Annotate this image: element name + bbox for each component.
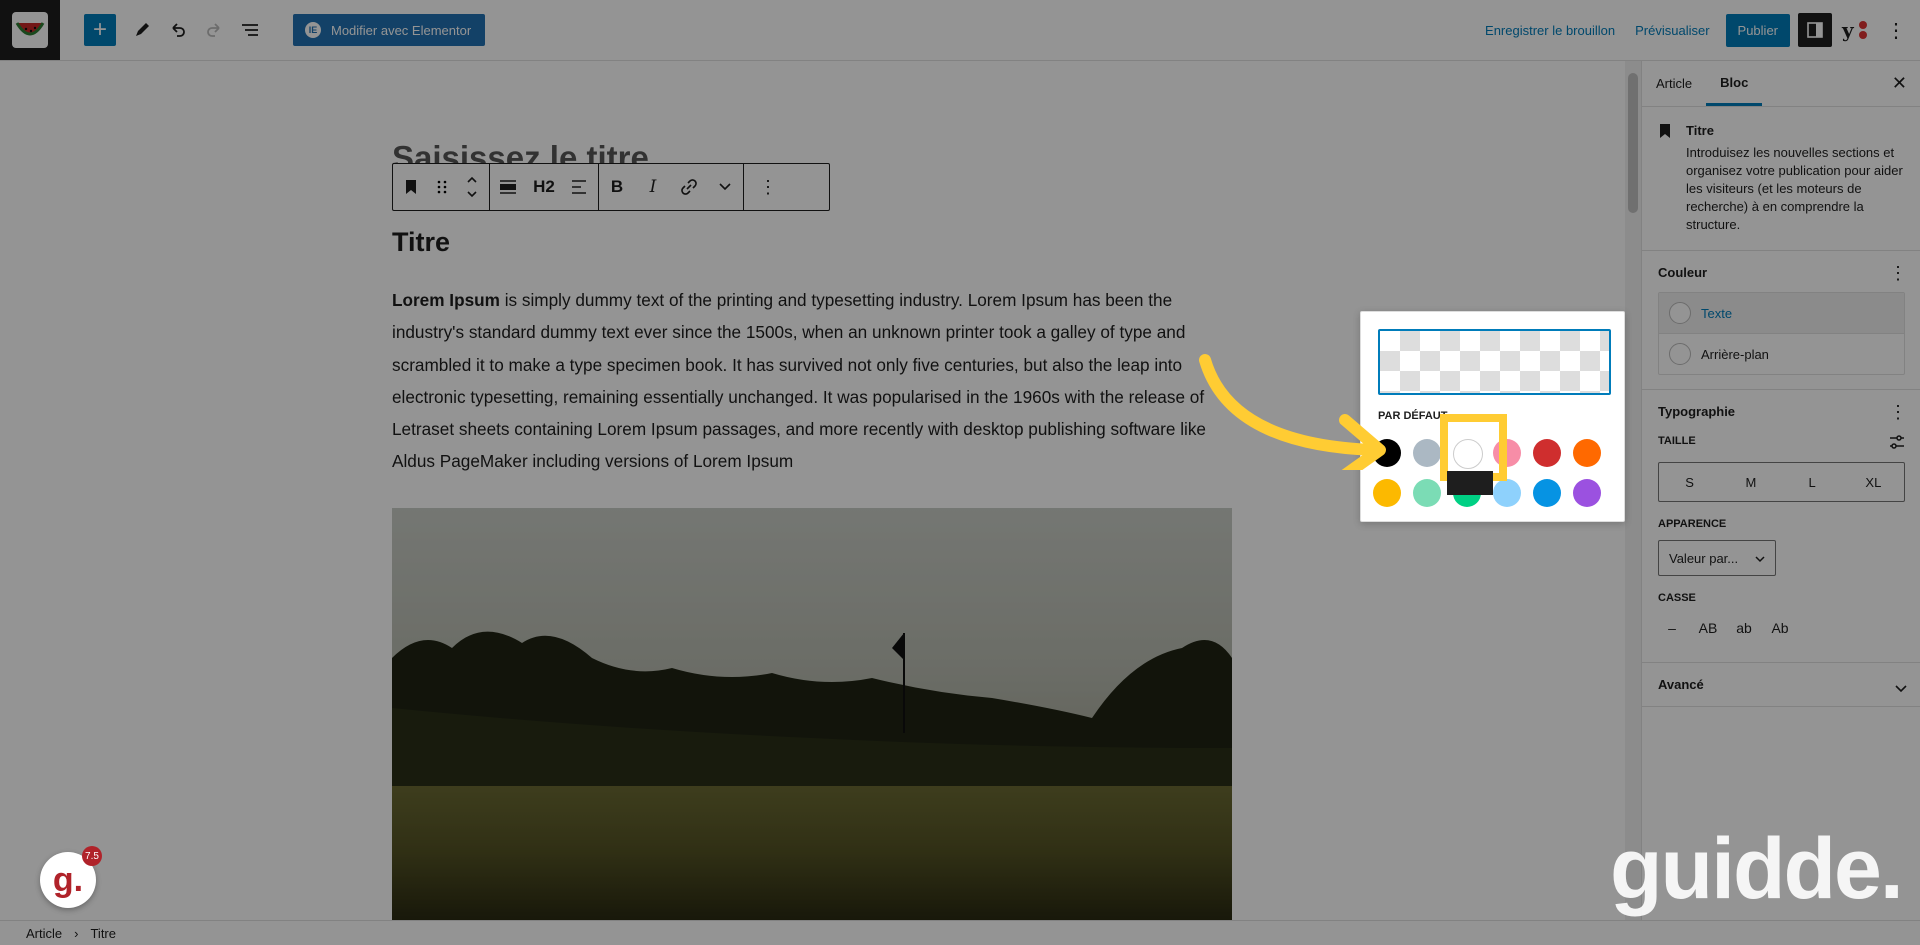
case-capitalize-button[interactable]: Ab [1766,614,1794,642]
breadcrumb: Article › Titre [0,920,1920,945]
settings-panel-icon[interactable] [1798,13,1832,47]
typography-options-icon[interactable]: ⋮ [1889,402,1907,423]
svg-text:y: y [1841,18,1855,42]
elementor-icon: IE [305,22,321,38]
block-card: Titre Introduisez les nouvelles sections… [1642,107,1920,251]
size-label: TAILLE [1658,435,1905,452]
case-none-button[interactable]: – [1658,614,1686,642]
font-size-picker: S M L XL [1658,462,1905,502]
document-overview-icon[interactable] [234,14,266,46]
chevron-down-icon [1895,677,1907,698]
watermelon-logo-icon [12,12,48,48]
color-swatch-icon [1669,302,1691,324]
bold-button[interactable]: B [599,164,635,210]
tab-article[interactable]: Article [1642,61,1706,106]
letter-case-label: CASSE [1658,592,1696,604]
guidde-watermark: guidde. [1610,821,1904,917]
close-icon[interactable]: ✕ [1892,73,1907,94]
editor-header: + IE Modifier avec Elementor Enregistrer… [0,0,1920,61]
breadcrumb-titre[interactable]: Titre [90,926,116,941]
advanced-panel[interactable]: Avancé [1642,663,1920,707]
color-options-icon[interactable]: ⋮ [1889,263,1907,284]
block-card-description: Introduisez les nouvelles sections et or… [1686,145,1903,232]
color-swatch-9[interactable] [1493,479,1521,507]
typography-panel: Typographie ⋮ TAILLE S M L XL APPARENCE … [1642,390,1920,663]
para-text: is simply dummy text of the printing and… [392,290,1206,472]
block-toolbar: H2 B I ⋮ [392,163,830,211]
tutorial-arrow-icon [1199,354,1386,470]
chevron-down-icon[interactable] [707,164,743,210]
letter-case-controls: – AB ab Ab [1658,614,1905,642]
size-s-button[interactable]: S [1659,463,1720,501]
block-card-title: Titre [1686,123,1714,138]
edit-with-elementor-button[interactable]: IE Modifier avec Elementor [293,14,486,46]
color-swatch-4[interactable] [1533,439,1561,467]
italic-button[interactable]: I [635,164,671,210]
custom-color-preview[interactable] [1378,329,1611,395]
preview-button[interactable]: Prévisualiser [1625,23,1719,38]
align-full-icon[interactable] [490,164,526,210]
bookmark-icon [1658,123,1672,234]
color-swatch-7[interactable] [1413,479,1441,507]
custom-size-icon[interactable] [1889,435,1905,452]
text-color-item[interactable]: Texte [1659,293,1904,334]
drag-handle-icon[interactable] [429,164,455,210]
text-align-icon[interactable] [562,164,598,210]
guidde-badge[interactable]: g. 7.5 [40,846,102,908]
color-swatch-10[interactable] [1533,479,1561,507]
size-l-button[interactable]: L [1782,463,1843,501]
background-color-label: Arrière-plan [1701,346,1769,362]
case-upper-button[interactable]: AB [1694,614,1722,642]
save-draft-button[interactable]: Enregistrer le brouillon [1475,23,1625,38]
heading-level-button[interactable]: H2 [526,164,562,210]
color-panel-title: Couleur [1658,265,1708,280]
options-kebab-icon[interactable]: ⋮ [1880,13,1912,47]
add-block-button[interactable]: + [84,14,116,46]
color-swatch-1[interactable] [1413,439,1441,467]
undo-icon[interactable] [162,14,194,46]
text-color-label: Texte [1701,305,1733,321]
heading-block[interactable]: Titre [392,227,450,258]
chevron-right-icon: › [74,925,79,941]
golf-course-image[interactable] [392,508,1232,920]
advanced-panel-title: Avancé [1658,677,1704,692]
block-options-icon[interactable]: ⋮ [744,164,792,210]
settings-sidebar: Article Bloc ✕ Titre Introduisez les nou… [1641,61,1920,920]
appearance-label: APPARENCE [1658,518,1727,530]
chevron-down-icon [1755,551,1765,566]
edit-tools-icon[interactable] [126,14,158,46]
color-swatch-icon [1669,343,1691,365]
color-swatch-6[interactable] [1373,479,1401,507]
color-panel: Couleur ⋮ Texte Arrière-plan [1642,251,1920,390]
typography-panel-title: Typographie [1658,404,1736,419]
para-bold-text: Lorem Ipsum [392,290,500,310]
move-up-down-icon[interactable] [455,164,489,210]
elementor-label: Modifier avec Elementor [331,22,472,38]
color-swatch-11[interactable] [1573,479,1601,507]
breadcrumb-article[interactable]: Article [26,926,62,941]
background-color-item[interactable]: Arrière-plan [1659,334,1904,374]
case-lower-button[interactable]: ab [1730,614,1758,642]
size-m-button[interactable]: M [1720,463,1781,501]
color-swatch-5[interactable] [1573,439,1601,467]
appearance-select[interactable]: Valeur par... [1658,540,1776,576]
size-xl-button[interactable]: XL [1843,463,1904,501]
bookmark-icon[interactable] [393,164,429,210]
badge-count: 7.5 [82,846,102,866]
canvas-scrollbar[interactable] [1625,61,1641,920]
swatch-tooltip [1447,471,1493,495]
redo-icon[interactable] [198,14,230,46]
yoast-seo-icon[interactable]: y [1838,13,1874,47]
tab-bloc[interactable]: Bloc [1706,61,1763,106]
publish-button[interactable]: Publier [1725,13,1790,47]
link-icon[interactable] [671,164,707,210]
site-logo[interactable] [0,0,60,60]
paragraph-block[interactable]: Lorem Ipsum is simply dummy text of the … [392,284,1232,478]
